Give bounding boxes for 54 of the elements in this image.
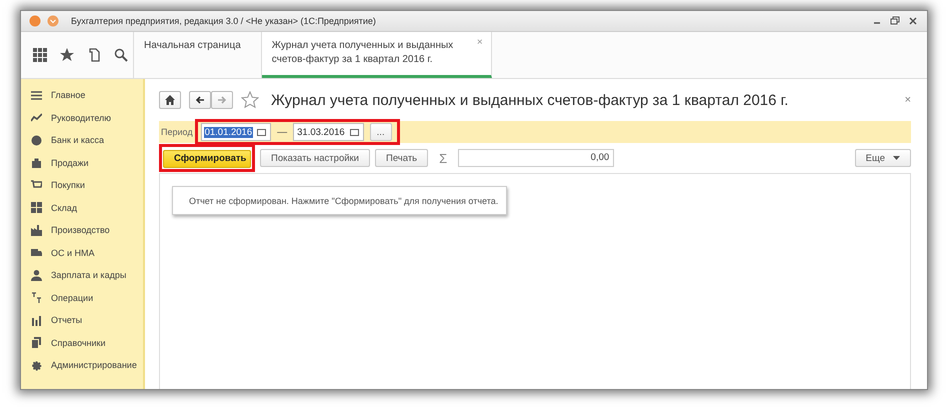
sidebar-item[interactable]: Руководителю <box>21 106 143 129</box>
sidebar-item[interactable]: Продажи <box>21 152 143 174</box>
close-icon[interactable] <box>907 15 919 27</box>
tab[interactable]: Журнал учета полученных и выданных счетов-фактур за 1 квартал 2016 г. × <box>262 32 492 78</box>
sidebar-item[interactable]: Производство <box>21 219 143 242</box>
sidebar-item[interactable]: Банк и касса <box>21 129 143 152</box>
person-icon <box>31 270 42 281</box>
search-icon[interactable] <box>114 48 128 62</box>
bars-icon <box>31 314 42 326</box>
toolbar-button[interactable]: Показать настройки <box>260 149 370 167</box>
sidebar-item[interactable]: Склад <box>21 196 143 219</box>
calendar-icon[interactable] <box>257 128 266 136</box>
close-icon[interactable]: × <box>904 94 911 106</box>
factory-icon <box>31 224 42 236</box>
cart-icon <box>31 180 42 191</box>
sidebar-item[interactable]: Отчеты <box>21 309 143 332</box>
home-icon <box>165 95 175 105</box>
form-title: Журнал учета полученных и выданных счетов-фактур за 1 квартал 2016 г. <box>271 92 788 108</box>
report-message: Отчет не сформирован. Нажмите "Сформировать" для получения отчета. <box>189 196 498 206</box>
sidebar-item[interactable]: Операции <box>21 286 143 309</box>
back-button[interactable] <box>189 91 211 109</box>
forward-arrow-icon <box>217 95 227 105</box>
calendar-icon[interactable] <box>350 128 359 136</box>
grid-icon <box>31 202 42 214</box>
back-arrow-icon <box>195 95 205 105</box>
window-title: Бухгалтерия предприятия, редакция 3.0 / <Не указан> (1С:Предприятие) <box>71 16 376 26</box>
more-button[interactable]: Еще <box>854 149 911 167</box>
list-icon <box>31 90 42 101</box>
generate-button[interactable]: Сформировать <box>163 150 251 168</box>
dash: — <box>277 126 288 138</box>
sum-sign: Σ <box>439 150 448 166</box>
home-button[interactable] <box>159 91 181 109</box>
caret-icon <box>893 156 900 160</box>
bag-icon <box>31 157 42 168</box>
toolbar-button[interactable]: Печать <box>375 149 428 167</box>
restore-icon[interactable] <box>889 15 901 27</box>
date-field[interactable]: 31.03.2016 <box>293 123 364 141</box>
sidebar-item[interactable]: Администрирование <box>21 354 143 376</box>
sidebar-item[interactable]: ОС и НМА <box>21 242 143 264</box>
books-icon <box>31 337 42 348</box>
sidebar-item[interactable]: Покупки <box>21 174 143 196</box>
date-field[interactable]: 01.01.2016 <box>200 123 272 141</box>
gear-icon <box>31 360 42 371</box>
sidebar-item[interactable]: Главное <box>21 84 143 106</box>
sum-field: 0,00 <box>458 149 614 167</box>
period-select-button[interactable]: ... <box>370 123 392 141</box>
logo-icon <box>29 15 41 27</box>
apps-grid-icon[interactable] <box>33 48 47 62</box>
sidebar-item[interactable]: Справочники <box>21 332 143 354</box>
star-icon[interactable] <box>60 48 74 62</box>
trend-icon <box>31 112 42 124</box>
favorite-star-icon[interactable] <box>241 91 259 109</box>
period-label: Период <box>161 127 193 137</box>
sidebar-item[interactable]: Зарплата и кадры <box>21 264 143 286</box>
